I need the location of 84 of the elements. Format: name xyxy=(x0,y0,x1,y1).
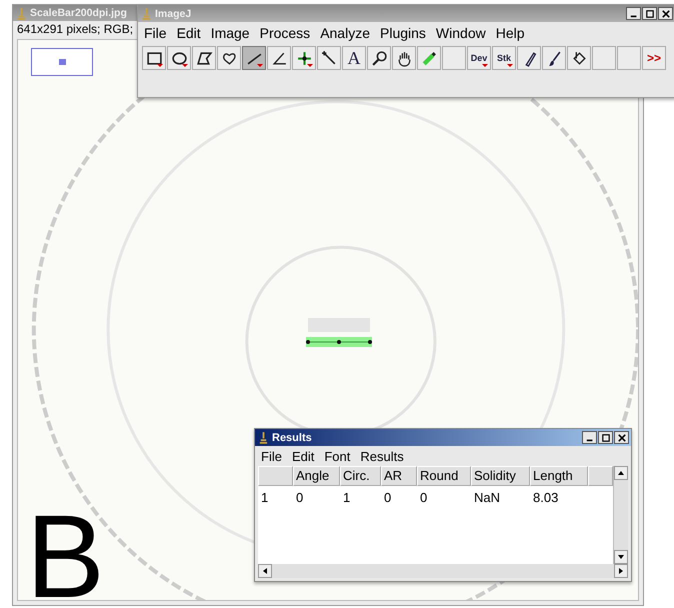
vertical-scrollbar[interactable] xyxy=(613,466,628,564)
close-icon xyxy=(662,10,670,18)
close-button[interactable] xyxy=(614,431,629,444)
wand-icon xyxy=(320,50,338,66)
magnifier-icon xyxy=(370,50,388,66)
left-arrow-icon xyxy=(263,568,267,574)
tool-button[interactable] xyxy=(267,46,291,70)
tool-button[interactable] xyxy=(217,46,241,70)
hand-icon xyxy=(396,50,412,66)
menu-item[interactable]: Edit xyxy=(292,448,314,464)
image-info: 641x291 pixels; RGB; xyxy=(16,22,134,36)
microscope-icon xyxy=(17,6,26,20)
tool-button[interactable] xyxy=(367,46,391,70)
tool-button[interactable] xyxy=(567,46,591,70)
caret-icon xyxy=(257,64,263,67)
panel-letter: B xyxy=(26,498,105,600)
column-header[interactable]: Round xyxy=(417,466,471,486)
table-cell-text: NaN xyxy=(473,490,502,505)
table-cell-text: 0 xyxy=(419,490,428,505)
column-header[interactable]: Angle xyxy=(293,466,340,486)
menu-item[interactable]: Image xyxy=(210,25,250,41)
bucket-icon xyxy=(570,50,588,66)
view-marker xyxy=(58,59,66,65)
crosshair-icon xyxy=(296,50,312,66)
line-selection[interactable] xyxy=(306,335,372,349)
menu-item[interactable]: Process xyxy=(260,25,310,41)
minimize-button[interactable] xyxy=(582,431,597,444)
table-cell-text: 1 xyxy=(260,490,270,505)
up-arrow-icon xyxy=(618,471,624,475)
menu-item[interactable]: Edit xyxy=(176,25,201,41)
window-title: ImageJ xyxy=(155,8,192,20)
caret-icon xyxy=(307,64,313,67)
tool-button[interactable] xyxy=(517,46,541,70)
tool-button[interactable] xyxy=(142,46,166,70)
maximize-button[interactable] xyxy=(642,7,657,20)
caret-icon xyxy=(182,64,188,67)
close-icon xyxy=(618,434,626,442)
menu-item[interactable]: Analyze xyxy=(320,25,370,41)
close-button[interactable] xyxy=(658,7,673,20)
table-cell-text: 8.03 xyxy=(532,490,560,505)
tool-button[interactable]: >> xyxy=(642,46,666,70)
rectangle-icon xyxy=(146,50,162,66)
menu-item[interactable]: Window xyxy=(436,25,486,41)
menu-item[interactable]: File xyxy=(144,25,167,41)
caret-icon xyxy=(157,64,163,67)
column-header[interactable]: Length xyxy=(530,466,588,486)
tool-button[interactable] xyxy=(167,46,191,70)
angle-icon xyxy=(270,50,288,66)
caret-icon xyxy=(482,64,488,67)
tool-button[interactable]: Stk xyxy=(492,46,516,70)
column-header[interactable]: Circ. xyxy=(340,466,381,486)
maximize-button[interactable] xyxy=(598,431,613,444)
column-header[interactable]: AR xyxy=(381,466,417,486)
tool-button[interactable] xyxy=(192,46,216,70)
microscope-icon xyxy=(142,7,151,20)
tool-button[interactable]: Dev xyxy=(467,46,491,70)
right-arrow-icon xyxy=(619,568,623,574)
tool-button[interactable] xyxy=(317,46,341,70)
tool-button[interactable] xyxy=(392,46,416,70)
table-cell-text: 0 xyxy=(295,490,304,505)
dropper-icon xyxy=(420,50,438,66)
tool-button[interactable]: A xyxy=(342,46,366,70)
menu-item[interactable]: Help xyxy=(496,25,525,41)
down-arrow-icon xyxy=(618,555,624,559)
tool-button[interactable] xyxy=(292,46,316,70)
horizontal-scrollbar[interactable] xyxy=(258,564,628,578)
column-header[interactable]: Solidity xyxy=(471,466,530,486)
menu-item[interactable]: Font xyxy=(324,448,350,464)
table-cell-text: 0 xyxy=(383,490,392,505)
menu-item[interactable]: Results xyxy=(360,448,404,464)
tool-button[interactable] xyxy=(542,46,566,70)
caret-icon xyxy=(507,64,513,67)
polygon-icon xyxy=(196,50,212,66)
tool-button[interactable] xyxy=(242,46,266,70)
maximize-icon xyxy=(646,10,654,18)
menu-item[interactable]: File xyxy=(261,448,282,464)
window-title: ScaleBar200dpi.jpg xyxy=(30,7,127,19)
minimize-button[interactable] xyxy=(626,7,641,20)
table-cell-text: 1 xyxy=(342,490,352,505)
microscope-icon xyxy=(259,431,268,444)
window-title: Results xyxy=(272,432,312,444)
maximize-icon xyxy=(602,434,610,442)
oval-icon xyxy=(170,50,188,66)
menu-item[interactable]: Plugins xyxy=(380,25,426,41)
